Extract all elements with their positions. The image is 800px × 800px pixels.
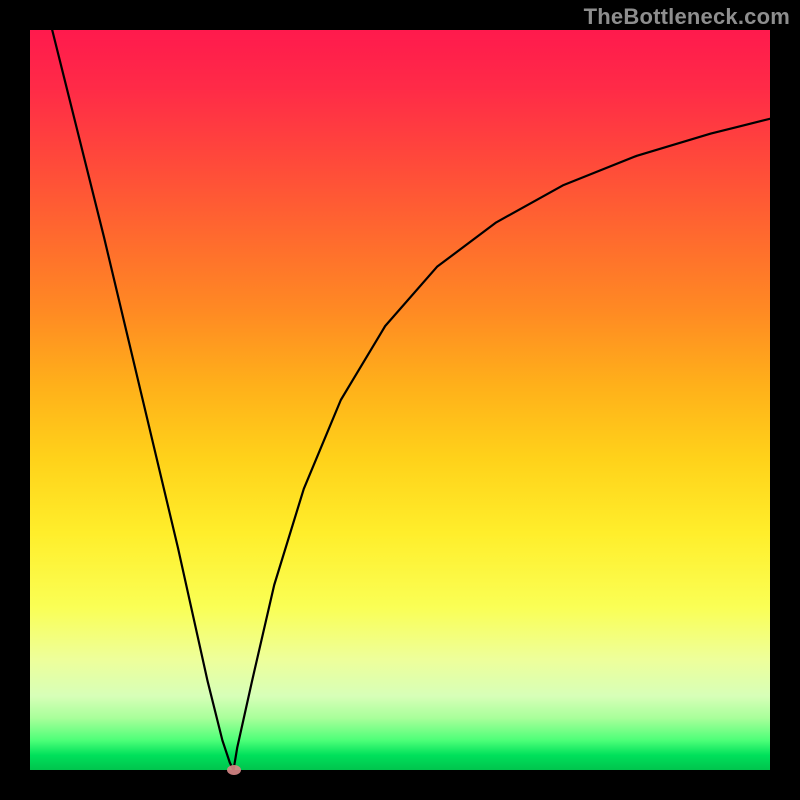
watermark-label: TheBottleneck.com [584, 4, 790, 30]
plot-area [30, 30, 770, 770]
bottleneck-curve [30, 30, 770, 770]
chart-frame: TheBottleneck.com [0, 0, 800, 800]
minimum-marker [227, 765, 241, 775]
